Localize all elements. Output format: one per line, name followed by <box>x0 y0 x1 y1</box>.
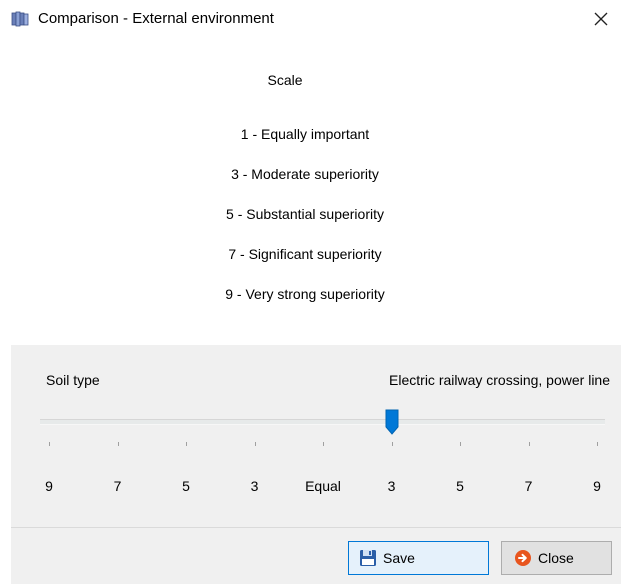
scale-item: 1 - Equally important <box>240 126 370 142</box>
comparison-panel: Soil type Electric railway crossing, pow… <box>11 345 621 527</box>
scale-item: 9 - Very strong superiority <box>225 286 385 302</box>
title-bar: Comparison - External environment <box>0 0 621 38</box>
scale-title: Scale <box>267 72 303 88</box>
right-criterion-label: Electric railway crossing, power line <box>389 372 610 388</box>
slider-tick <box>528 442 530 446</box>
scale-item: 7 - Significant superiority <box>228 246 382 262</box>
slider-tick-label: 7 <box>524 478 533 494</box>
save-button-label: Save <box>383 550 415 566</box>
comparison-slider-track[interactable] <box>40 419 605 425</box>
slider-tick <box>460 442 461 446</box>
slider-tick-label: 3 <box>387 478 396 494</box>
close-button[interactable]: Close <box>501 541 612 575</box>
close-icon[interactable] <box>590 8 612 30</box>
slider-tick <box>254 442 256 446</box>
close-button-label: Close <box>538 550 574 566</box>
database-stack-icon <box>11 11 29 27</box>
slider-tick <box>597 442 598 446</box>
arrow-circle-icon <box>515 550 531 566</box>
scale-item: 3 - Moderate superiority <box>231 166 379 182</box>
slider-tick <box>186 442 187 446</box>
slider-tick-label: 5 <box>182 478 190 494</box>
slider-tick <box>49 442 50 446</box>
slider-tick <box>117 442 119 446</box>
floppy-disk-icon <box>360 550 376 566</box>
left-criterion-label: Soil type <box>46 372 100 388</box>
slider-tick-label: 9 <box>45 478 53 494</box>
dialog-footer: Save Close <box>11 527 621 584</box>
slider-tick-label: 9 <box>593 478 601 494</box>
slider-tick-label: Equal <box>305 478 341 494</box>
slider-tick-label: 5 <box>456 478 464 494</box>
window-title: Comparison - External environment <box>38 10 274 27</box>
slider-tick <box>323 442 324 446</box>
slider-tick-label: 7 <box>113 478 122 494</box>
slider-thumb[interactable] <box>385 409 399 435</box>
slider-tick-label: 3 <box>250 478 259 494</box>
scale-item: 5 - Substantial superiority <box>226 206 384 222</box>
slider-tick <box>391 442 393 446</box>
save-button[interactable]: Save <box>348 541 489 575</box>
